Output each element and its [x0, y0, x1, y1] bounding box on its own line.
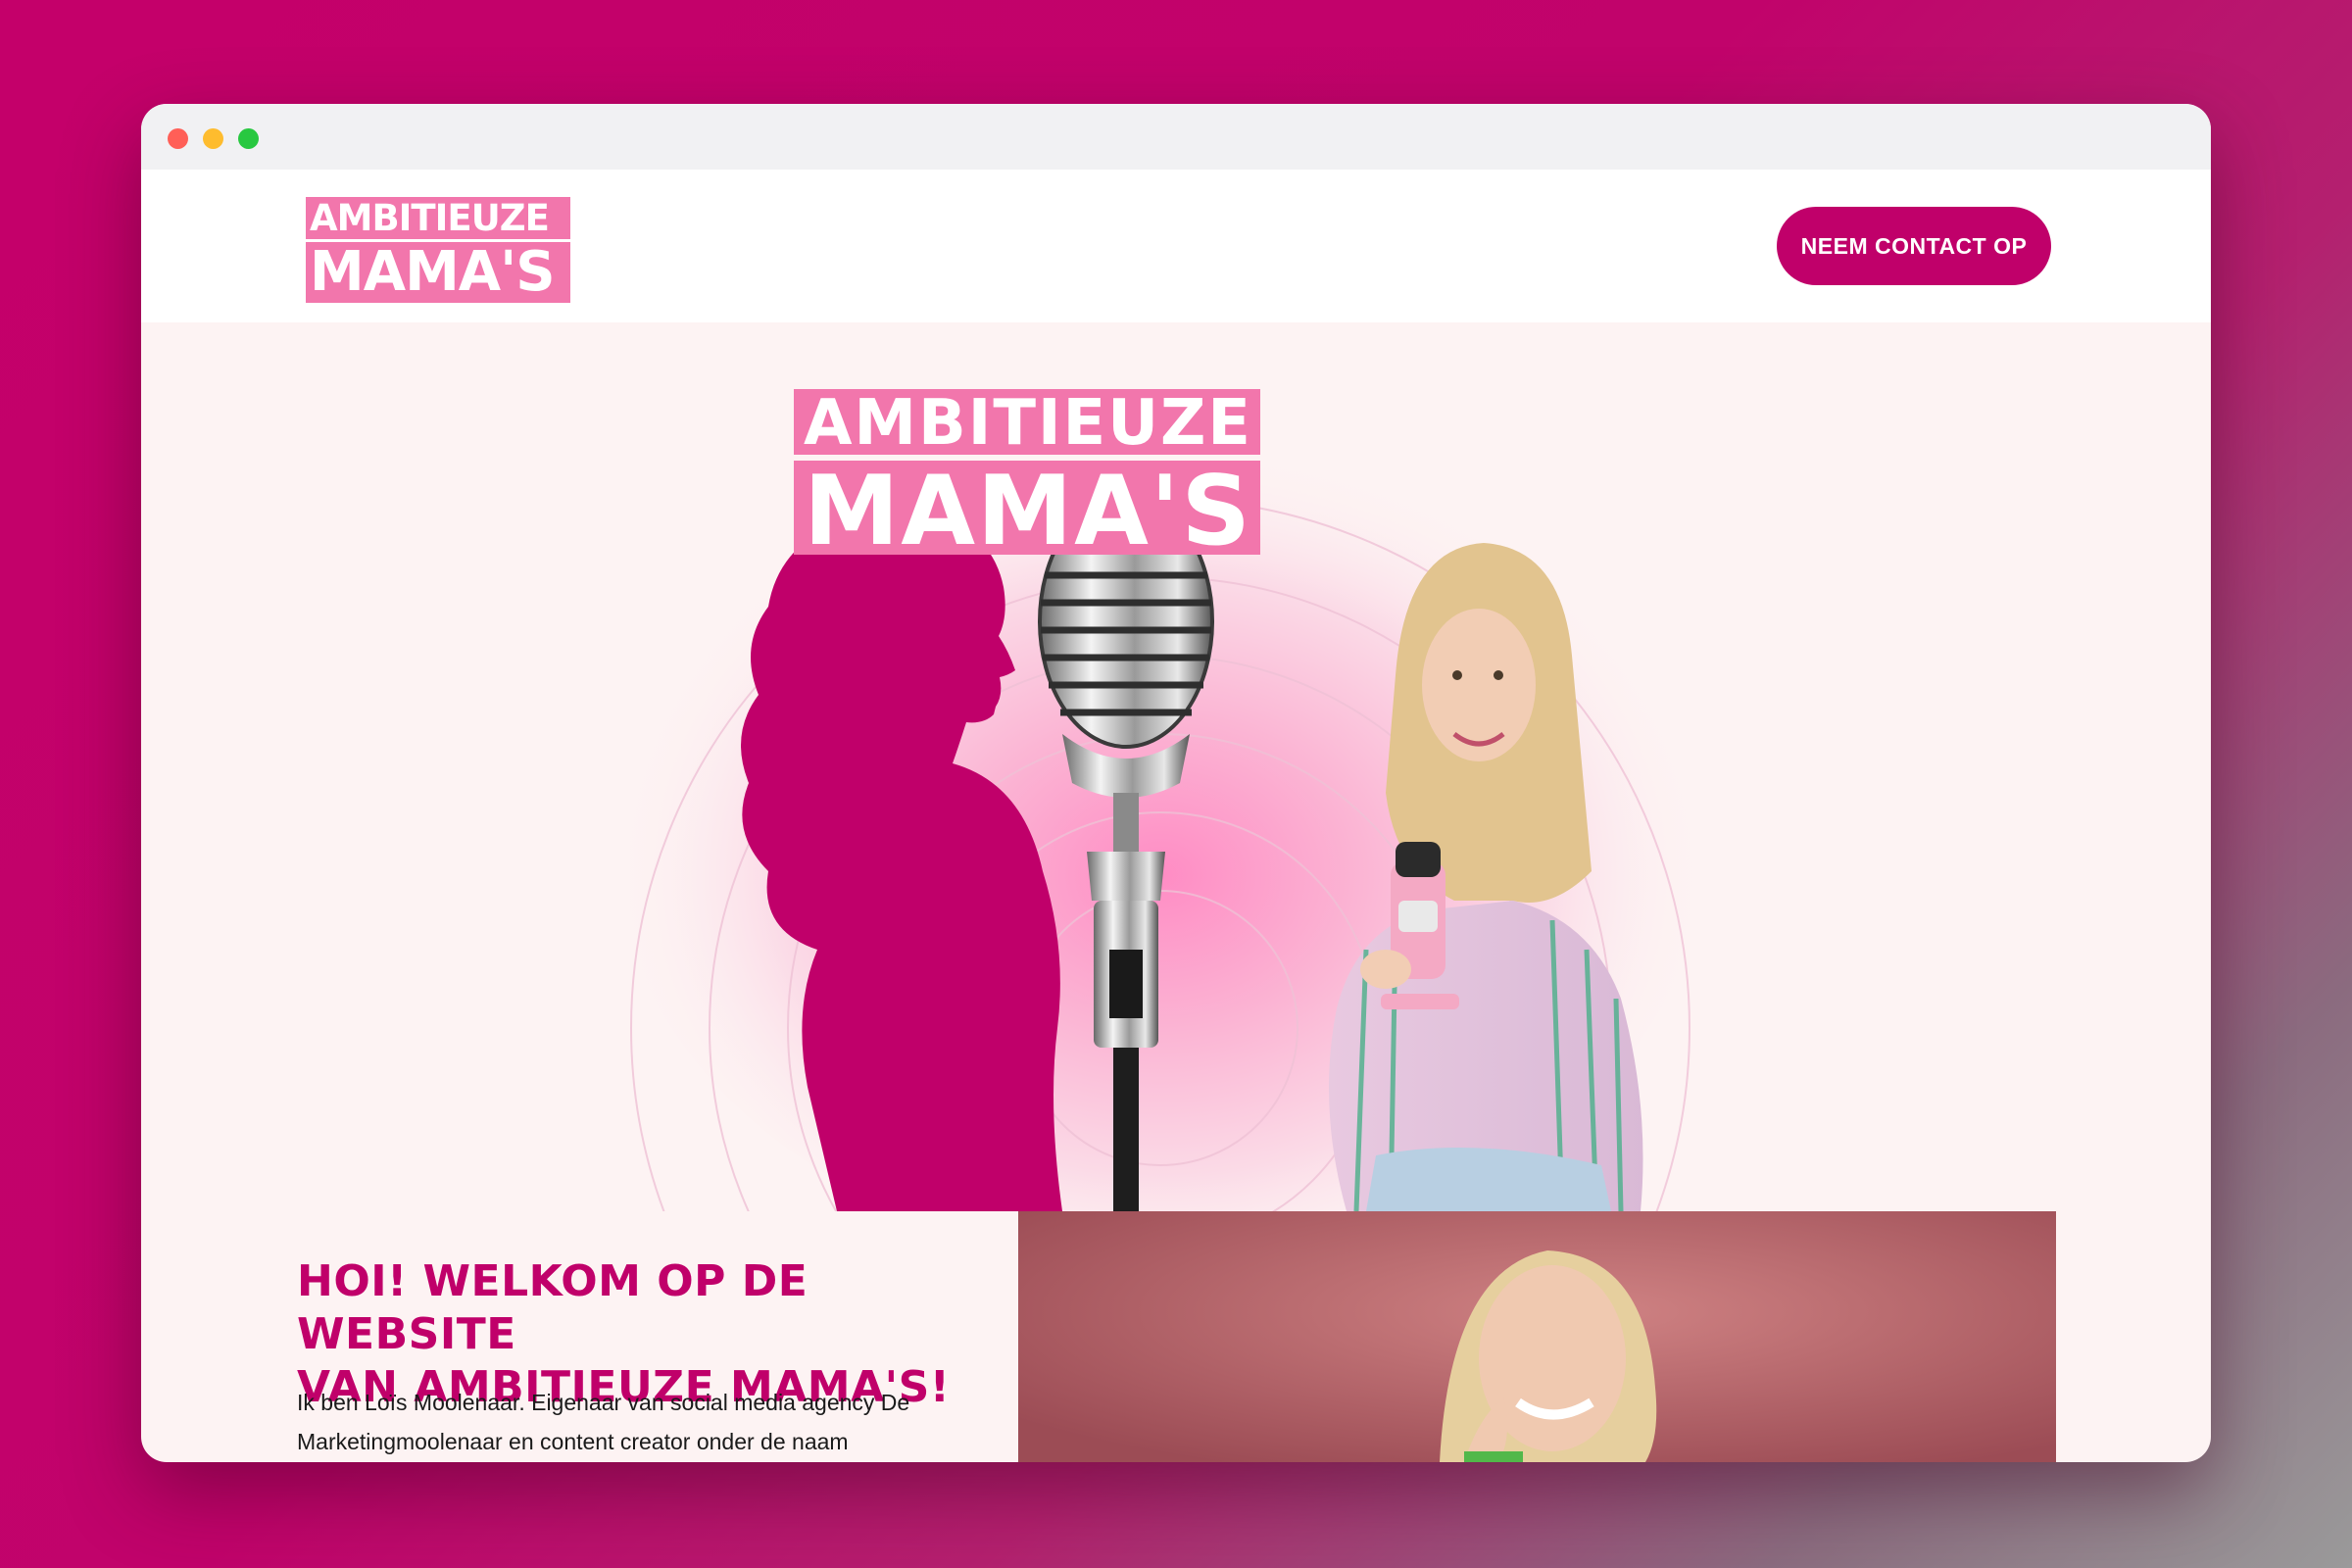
welcome-line1: HOI! WELKOM OP DE WEBSITE	[297, 1256, 808, 1359]
hero-banner: AMBITIEUZE MAMA'S	[141, 322, 2211, 1211]
intro-line2: Marketingmoolenaar en content creator on…	[297, 1429, 849, 1454]
logo-text-line2: MAMA'S	[306, 242, 570, 303]
site-header: AMBITIEUZE MAMA'S NEEM CONTACT OP	[141, 170, 2211, 322]
minimize-window-button[interactable]	[203, 128, 223, 149]
browser-window: AMBITIEUZE MAMA'S NEEM CONTACT OP AMBITI…	[141, 104, 2211, 1462]
hero-logo: AMBITIEUZE MAMA'S	[794, 387, 1260, 567]
intro-line1: Ik ben Loïs Moolenaar. Eigenaar van soci…	[297, 1390, 910, 1415]
host-portrait-photo	[1018, 1211, 2056, 1462]
hero-illustration: AMBITIEUZE MAMA'S	[612, 387, 1709, 1211]
intro-paragraph: Ik ben Loïs Moolenaar. Eigenaar van soci…	[297, 1383, 983, 1461]
hero-logo-line1: AMBITIEUZE	[804, 387, 1250, 460]
site-logo[interactable]: AMBITIEUZE MAMA'S	[306, 197, 570, 303]
hero-logo-line2: MAMA'S	[804, 456, 1250, 567]
maximize-window-button[interactable]	[238, 128, 259, 149]
close-window-button[interactable]	[168, 128, 188, 149]
welcome-section: HOI! WELKOM OP DE WEBSITE VAN AMBITIEUZE…	[141, 1211, 2211, 1462]
contact-button[interactable]: NEEM CONTACT OP	[1777, 207, 2051, 285]
title-bar	[141, 104, 2211, 170]
logo-text-line1: AMBITIEUZE	[306, 197, 570, 239]
